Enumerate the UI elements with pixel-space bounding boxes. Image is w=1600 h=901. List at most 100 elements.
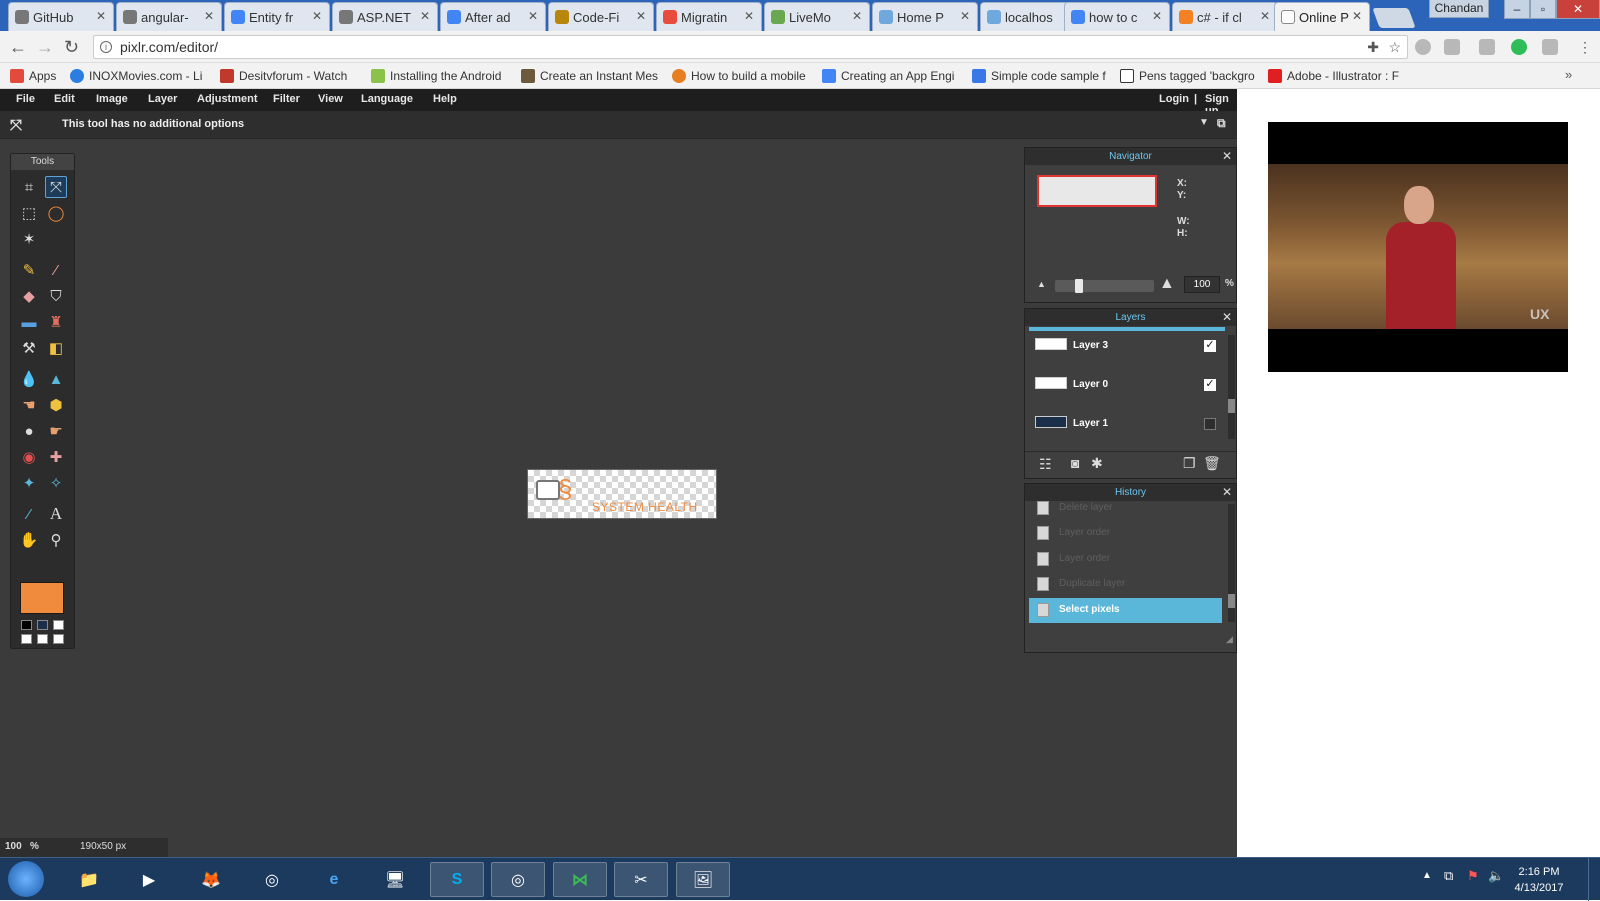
reload-icon[interactable]: ↻: [64, 38, 79, 56]
show-desktop-button[interactable]: [1588, 858, 1600, 901]
history-scrollbar[interactable]: [1228, 504, 1235, 622]
extension-camera-icon[interactable]: [1479, 39, 1495, 55]
layer-visibility-checkbox[interactable]: ✓: [1204, 379, 1216, 391]
system-clock[interactable]: 2:16 PM 4/13/2017: [1503, 864, 1575, 896]
delete-layer-icon[interactable]: 🗑: [1203, 455, 1221, 472]
history-item[interactable]: Duplicate layer: [1029, 572, 1222, 597]
bookmark-item[interactable]: Create an Instant Mes: [521, 68, 661, 84]
browser-tab[interactable]: Home P ✕: [872, 2, 978, 31]
white-swatch[interactable]: [37, 634, 48, 644]
bookmark-item[interactable]: Pens tagged 'backgro: [1120, 68, 1260, 84]
red-eye-tool-icon[interactable]: ◉: [18, 446, 40, 468]
snipping-tool-icon[interactable]: ✂: [614, 862, 668, 897]
resize-grip-icon[interactable]: ◢: [1226, 634, 1233, 645]
layer-styles-icon[interactable]: ✱: [1091, 455, 1103, 472]
address-bar[interactable]: i pixlr.com/editor/ ☆ ✚: [93, 35, 1408, 59]
history-item[interactable]: Layer order: [1029, 547, 1222, 572]
start-button[interactable]: [8, 861, 44, 897]
browser-tab[interactable]: Entity fr ✕: [224, 2, 330, 31]
browser-tab-active[interactable]: Online P ✕: [1274, 2, 1370, 31]
menu-file[interactable]: File: [16, 93, 35, 105]
chrome-icon[interactable]: ◎: [245, 862, 299, 897]
tab-close-icon[interactable]: ✕: [528, 9, 538, 23]
marquee-tool-icon[interactable]: ⬚: [18, 202, 40, 224]
history-item[interactable]: Layer order: [1029, 521, 1222, 546]
browser-tab[interactable]: ASP.NET ✕: [332, 2, 438, 31]
browser-tab[interactable]: After ad ✕: [440, 2, 546, 31]
browser-tab[interactable]: GitHub ✕: [8, 2, 114, 31]
extension-chat-icon[interactable]: [1511, 39, 1527, 55]
eraser-tool-icon[interactable]: ◆: [18, 285, 40, 307]
color-picker-tool-icon[interactable]: ⁄: [18, 503, 40, 525]
white-swatch[interactable]: [21, 634, 32, 644]
back-icon[interactable]: ←: [9, 38, 27, 56]
browser-tab[interactable]: angular- ✕: [116, 2, 222, 31]
white-swatch[interactable]: [53, 620, 64, 630]
paint-bucket-tool-icon[interactable]: ⛉: [45, 285, 67, 307]
show-hidden-icons[interactable]: ▲: [1422, 870, 1432, 881]
chrome-running-icon[interactable]: ◎: [491, 862, 545, 897]
layer-row[interactable]: Layer 0 ✓: [1031, 371, 1226, 405]
tab-close-icon[interactable]: ✕: [1260, 9, 1270, 23]
bookmark-item[interactable]: INOXMovies.com - Li: [70, 68, 210, 84]
pencil-tool-icon[interactable]: ✎: [18, 259, 40, 281]
tab-close-icon[interactable]: ✕: [1352, 9, 1362, 23]
menu-help[interactable]: Help: [433, 93, 457, 105]
navigator-thumbnail[interactable]: [1037, 175, 1157, 207]
close-icon[interactable]: ✕: [1222, 309, 1232, 326]
internet-explorer-icon[interactable]: e: [307, 862, 361, 897]
bookmark-item[interactable]: Installing the Android: [371, 68, 511, 84]
drawing-tool-icon[interactable]: ◧: [45, 337, 67, 359]
fullscreen-icon[interactable]: ⧉: [1217, 116, 1226, 131]
bookmark-item[interactable]: Creating an App Engi: [822, 68, 962, 84]
menu-edit[interactable]: Edit: [54, 93, 75, 105]
network-app-icon[interactable]: 🖥: [368, 862, 422, 897]
brush-tool-icon[interactable]: ⁄: [45, 259, 67, 281]
tab-close-icon[interactable]: ✕: [204, 9, 214, 23]
browser-tab[interactable]: how to c ✕: [1064, 2, 1170, 31]
browser-tab[interactable]: LiveMo ✕: [764, 2, 870, 31]
browser-tab[interactable]: c# - if cl ✕: [1172, 2, 1278, 31]
bookmark-item[interactable]: How to build a mobile: [672, 68, 812, 84]
tab-close-icon[interactable]: ✕: [636, 9, 646, 23]
tab-close-icon[interactable]: ✕: [852, 9, 862, 23]
maximize-button[interactable]: ▫: [1530, 0, 1556, 19]
bookmark-item[interactable]: Apps: [10, 68, 65, 84]
close-window-button[interactable]: ✕: [1556, 0, 1600, 19]
menu-image[interactable]: Image: [96, 93, 128, 105]
history-scroll-thumb[interactable]: [1228, 594, 1235, 608]
tab-close-icon[interactable]: ✕: [1152, 9, 1162, 23]
browser-tab[interactable]: Code-Fi ✕: [548, 2, 654, 31]
white-swatch[interactable]: [53, 634, 64, 644]
layers-scroll-thumb[interactable]: [1228, 399, 1235, 413]
extension-puzzle-icon[interactable]: ✚: [1367, 36, 1379, 58]
zoom-input[interactable]: 100: [1184, 276, 1220, 293]
bookmark-item[interactable]: Simple code sample f: [972, 68, 1107, 84]
primary-color-swatch[interactable]: [20, 582, 64, 614]
zoom-slider-track[interactable]: [1055, 280, 1154, 292]
bookmark-star-icon[interactable]: ☆: [1388, 36, 1401, 58]
magic-wand-tool-icon[interactable]: ✶: [18, 228, 40, 250]
new-layer-icon[interactable]: ❐: [1183, 455, 1196, 472]
navy-swatch[interactable]: [37, 620, 48, 630]
dodge-tool-icon[interactable]: ●: [18, 420, 40, 442]
media-player-icon[interactable]: ▶: [122, 862, 176, 897]
color-replace-tool-icon[interactable]: ⚒: [18, 337, 40, 359]
history-item[interactable]: Delete layer: [1029, 496, 1222, 521]
layer-row[interactable]: Layer 3 ✓: [1031, 332, 1226, 366]
blur-tool-icon[interactable]: 💧: [18, 368, 40, 390]
tab-close-icon[interactable]: ✕: [96, 9, 106, 23]
layer-visibility-checkbox[interactable]: ✓: [1204, 340, 1216, 352]
bloat-tool-icon[interactable]: ✦: [18, 472, 40, 494]
type-tool-icon[interactable]: A: [45, 503, 67, 525]
spot-heal-tool-icon[interactable]: ✚: [45, 446, 67, 468]
site-info-icon[interactable]: i: [100, 41, 112, 53]
layer-mask-icon[interactable]: ◙: [1071, 455, 1079, 471]
menu-adjustment[interactable]: Adjustment: [197, 93, 258, 105]
bookmark-item[interactable]: Desitvforum - Watch: [220, 68, 360, 84]
close-icon[interactable]: ✕: [1222, 484, 1232, 501]
tab-close-icon[interactable]: ✕: [960, 9, 970, 23]
crop-tool-icon[interactable]: ⌗: [18, 176, 40, 198]
layers-scrollbar[interactable]: [1228, 335, 1235, 439]
zoom-tool-icon[interactable]: ⚲: [45, 529, 67, 551]
